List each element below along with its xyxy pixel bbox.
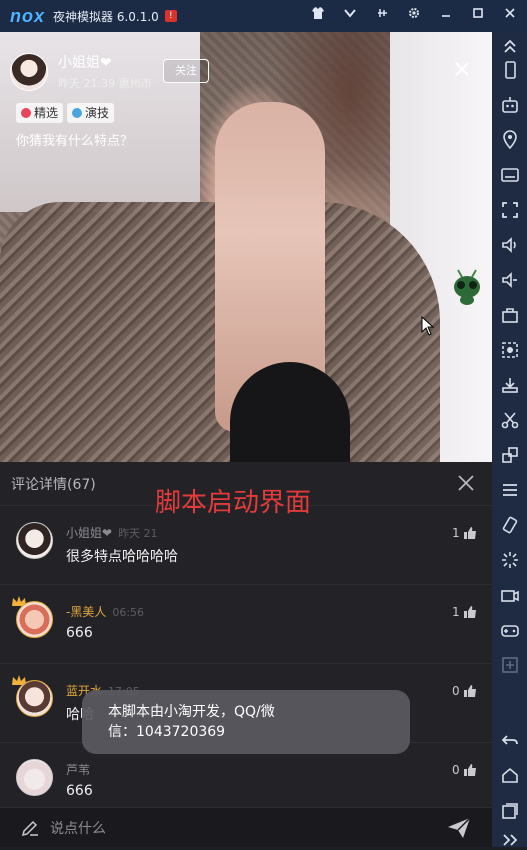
thumbs-up-icon — [463, 764, 476, 776]
acting-icon — [72, 108, 83, 118]
tag-acting[interactable]: 演技 — [67, 103, 115, 123]
like-count: 0 — [452, 684, 460, 698]
comment-item[interactable]: -黑美人 06:56 666 1 — [0, 585, 492, 664]
comments-count-title: 评论详情(67) — [11, 476, 96, 493]
author-meta: 昨天 21:39 惠州市 — [58, 77, 152, 90]
commenter-avatar[interactable] — [16, 759, 53, 796]
like-button[interactable]: 0 — [452, 763, 477, 777]
chevron-down-icon[interactable] — [341, 6, 359, 24]
featured-icon — [21, 108, 31, 118]
gamepad-icon[interactable] — [500, 620, 520, 640]
tag-label: 精选 — [34, 106, 59, 120]
commenter-avatar[interactable] — [16, 680, 53, 717]
like-count: 1 — [452, 605, 460, 619]
comment-input-placeholder[interactable]: 说点什么 — [50, 818, 106, 838]
keyboard-icon[interactable] — [500, 165, 520, 185]
toolbox-icon[interactable] — [500, 305, 520, 325]
tag-label: 演技 — [85, 106, 110, 120]
send-icon[interactable] — [447, 817, 471, 839]
emulator-titlebar: nox 夜神模拟器 6.0.1.0 ! — [0, 0, 527, 32]
toast-line-1: 本脚本由小淘开发，QQ/微 — [108, 704, 275, 720]
comment-text: 很多特点哈哈哈哈 — [66, 549, 178, 565]
collapse-sidebar-icon[interactable] — [500, 830, 520, 850]
script-launch-title: 脚本启动界面 — [155, 488, 312, 518]
shake-icon[interactable] — [500, 515, 520, 535]
expand-sidebar-icon[interactable] — [500, 38, 520, 58]
add-app-icon[interactable] — [500, 655, 520, 675]
close-video-icon[interactable] — [452, 60, 472, 80]
like-count: 0 — [452, 763, 460, 777]
toast-line-2: 信：1043720369 — [108, 724, 226, 740]
commenter-name-text: -黑美人 — [66, 605, 107, 619]
install-apk-icon[interactable] — [500, 375, 520, 395]
window-controls — [309, 6, 519, 24]
pin-icon[interactable] — [373, 6, 391, 24]
thumbs-up-icon — [463, 606, 476, 618]
video-caption: 你猜我有什么特点？ — [16, 134, 134, 149]
video-frame[interactable] — [0, 32, 492, 462]
comment-input-bar[interactable]: 说点什么 — [0, 807, 492, 847]
like-count: 1 — [452, 526, 460, 540]
nox-logo: nox — [10, 5, 46, 26]
commenter-name-text: 小姐姐❤ — [66, 526, 113, 540]
mouse-cursor-icon — [421, 316, 435, 336]
robot-icon[interactable] — [500, 95, 520, 115]
commenter-name[interactable]: 小姐姐❤ 昨天 21 — [66, 524, 158, 541]
scissors-icon[interactable] — [500, 410, 520, 430]
close-comments-icon[interactable] — [456, 474, 476, 494]
author-name[interactable]: 小姐姐❤ — [58, 52, 152, 72]
phone-rotate-icon[interactable] — [500, 60, 520, 80]
multi-instance-icon[interactable] — [500, 445, 520, 465]
comment-text: 666 — [66, 783, 93, 799]
like-button[interactable]: 0 — [452, 684, 477, 698]
close-icon[interactable] — [501, 6, 519, 24]
minimize-icon[interactable] — [437, 6, 455, 24]
like-button[interactable]: 1 — [452, 526, 477, 540]
thumbs-up-icon — [463, 527, 476, 539]
comment-time: 06:56 — [112, 606, 145, 619]
commenter-name-text: 芦苇 — [66, 763, 91, 777]
ant-bug-icon[interactable] — [448, 267, 486, 307]
emulator-sidebar — [492, 32, 527, 847]
loading-icon[interactable] — [500, 550, 520, 570]
follow-button[interactable]: 关注 — [163, 59, 209, 83]
volume-up-icon[interactable] — [500, 235, 520, 255]
recent-apps-icon[interactable] — [500, 801, 520, 821]
screen-record-icon[interactable] — [500, 340, 520, 360]
comment-text: 666 — [66, 625, 93, 641]
menu-icon[interactable] — [500, 480, 520, 500]
fullscreen-icon[interactable] — [500, 200, 520, 220]
toast-message: 本脚本由小淘开发，QQ/微 信：1043720369 — [82, 690, 410, 754]
volume-down-icon[interactable] — [500, 270, 520, 290]
alert-badge[interactable]: ! — [164, 10, 177, 22]
like-button[interactable]: 1 — [452, 605, 477, 619]
shirt-icon[interactable] — [309, 6, 327, 24]
tag-featured[interactable]: 精选 — [16, 103, 64, 123]
tag-list: 精选 演技 — [16, 103, 115, 123]
commenter-name[interactable]: -黑美人 06:56 — [66, 603, 144, 620]
commenter-avatar[interactable] — [16, 601, 53, 638]
comments-panel: 评论详情(67) 小姐姐❤ 昨天 21 很多特点哈哈哈哈 1 -黑美人 06:56 … — [0, 462, 492, 847]
comment-time: 昨天 21 — [118, 527, 158, 540]
commenter-avatar[interactable] — [16, 522, 53, 559]
author-info: 小姐姐❤ 昨天 21:39 惠州市 — [10, 52, 152, 91]
home-icon[interactable] — [500, 766, 520, 786]
emulator-title: 夜神模拟器 6.0.1.0 — [53, 9, 159, 24]
gear-icon[interactable] — [405, 6, 423, 24]
pencil-icon — [21, 820, 38, 836]
avatar[interactable] — [10, 52, 48, 91]
maximize-icon[interactable] — [469, 6, 487, 24]
video-recorder-icon[interactable] — [500, 585, 520, 605]
location-icon[interactable] — [500, 130, 520, 150]
thumbs-up-icon — [463, 685, 476, 697]
commenter-name[interactable]: 芦苇 — [66, 761, 96, 778]
back-icon[interactable] — [500, 731, 520, 751]
